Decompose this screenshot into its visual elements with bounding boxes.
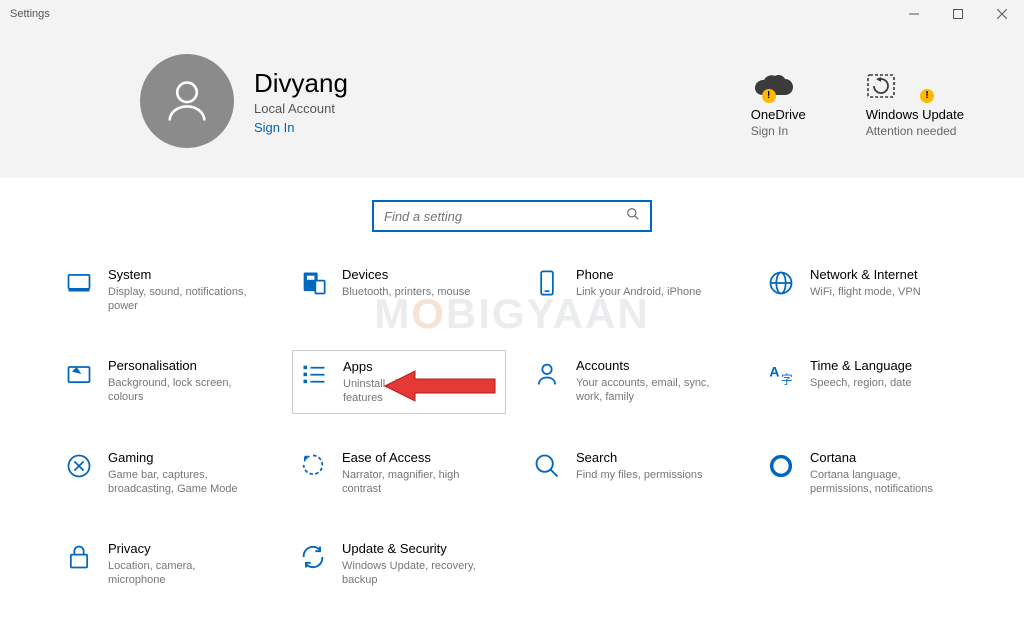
accounts-icon <box>532 358 562 407</box>
onedrive-icon: ! <box>751 65 806 101</box>
category-apps[interactable]: Apps Uninstall, defaults, optional featur… <box>292 350 506 415</box>
network-icon <box>766 267 796 314</box>
category-title: Apps <box>343 359 483 374</box>
settings-categories-grid: System Display, sound, notifications, pow… <box>0 254 1024 595</box>
windows-update-title: Windows Update <box>866 107 964 122</box>
windows-update-subtitle: Attention needed <box>866 124 964 138</box>
category-devices[interactable]: Devices Bluetooth, printers, mouse <box>292 259 506 322</box>
svg-text:字: 字 <box>781 372 793 386</box>
system-icon <box>64 267 94 314</box>
settings-header: Divyang Local Account Sign In ! OneDrive… <box>0 28 1024 178</box>
category-subtitle: Cortana language, permissions, notificat… <box>810 468 950 497</box>
category-title: System <box>108 267 248 282</box>
devices-icon <box>298 267 328 314</box>
category-time[interactable]: A字 Time & Language Speech, region, date <box>760 350 974 415</box>
category-title: Devices <box>342 267 470 282</box>
category-cortana[interactable]: Cortana Cortana language, permissions, no… <box>760 442 974 505</box>
user-name: Divyang <box>254 68 348 99</box>
warning-badge-icon: ! <box>920 89 934 103</box>
search-icon <box>532 450 562 497</box>
phone-icon <box>532 267 562 314</box>
category-subtitle: WiFi, flight mode, VPN <box>810 285 921 299</box>
windows-update-status[interactable]: ! Windows Update Attention needed <box>866 65 964 138</box>
category-personalisation[interactable]: Personalisation Background, lock screen, … <box>58 350 272 415</box>
onedrive-status[interactable]: ! OneDrive Sign In <box>751 65 806 138</box>
category-subtitle: Link your Android, iPhone <box>576 285 701 299</box>
category-accounts[interactable]: Accounts Your accounts, email, sync, work… <box>526 350 740 415</box>
signin-link[interactable]: Sign In <box>254 120 348 135</box>
category-subtitle: Bluetooth, printers, mouse <box>342 285 470 299</box>
category-subtitle: Speech, region, date <box>810 376 912 390</box>
window-controls <box>892 0 1024 28</box>
user-block: Divyang Local Account Sign In <box>140 54 348 148</box>
user-info: Divyang Local Account Sign In <box>254 68 348 135</box>
svg-text:A: A <box>769 363 779 379</box>
category-subtitle: Narrator, magnifier, high contrast <box>342 468 482 497</box>
category-title: Time & Language <box>810 358 912 373</box>
category-title: Personalisation <box>108 358 248 373</box>
category-gaming[interactable]: Gaming Game bar, captures, broadcasting, … <box>58 442 272 505</box>
category-subtitle: Windows Update, recovery, backup <box>342 559 482 588</box>
update-icon <box>298 541 328 588</box>
category-phone[interactable]: Phone Link your Android, iPhone <box>526 259 740 322</box>
category-title: Update & Security <box>342 541 482 556</box>
ease-icon <box>298 450 328 497</box>
category-subtitle: Your accounts, email, sync, work, family <box>576 376 716 405</box>
category-subtitle: Display, sound, notifications, power <box>108 285 248 314</box>
maximize-button[interactable] <box>936 0 980 28</box>
close-button[interactable] <box>980 0 1024 28</box>
avatar <box>140 54 234 148</box>
privacy-icon <box>64 541 94 588</box>
search-icon <box>626 207 640 226</box>
search-container <box>0 178 1024 254</box>
category-search[interactable]: Search Find my files, permissions <box>526 442 740 505</box>
minimize-button[interactable] <box>892 0 936 28</box>
category-network[interactable]: Network & Internet WiFi, flight mode, VPN <box>760 259 974 322</box>
category-ease[interactable]: Ease of Access Narrator, magnifier, high … <box>292 442 506 505</box>
search-box[interactable] <box>372 200 652 232</box>
category-subtitle: Game bar, captures, broadcasting, Game M… <box>108 468 248 497</box>
onedrive-subtitle: Sign In <box>751 124 806 138</box>
cortana-icon <box>766 450 796 497</box>
category-privacy[interactable]: Privacy Location, camera, microphone <box>58 533 272 596</box>
search-input[interactable] <box>384 209 626 224</box>
window-title: Settings <box>10 8 50 20</box>
time-icon: A字 <box>766 358 796 407</box>
gaming-icon <box>64 450 94 497</box>
category-subtitle: Find my files, permissions <box>576 468 703 482</box>
category-title: Search <box>576 450 703 465</box>
warning-badge-icon: ! <box>762 89 776 103</box>
onedrive-title: OneDrive <box>751 107 806 122</box>
category-title: Gaming <box>108 450 248 465</box>
user-account-type: Local Account <box>254 101 348 116</box>
category-title: Network & Internet <box>810 267 921 282</box>
personalisation-icon <box>64 358 94 407</box>
category-title: Privacy <box>108 541 248 556</box>
category-update[interactable]: Update & Security Windows Update, recover… <box>292 533 506 596</box>
category-subtitle: Background, lock screen, colours <box>108 376 248 405</box>
category-title: Phone <box>576 267 701 282</box>
category-title: Cortana <box>810 450 950 465</box>
category-subtitle: Uninstall, defaults, optional features <box>343 377 483 406</box>
status-section: ! OneDrive Sign In ! Windows Update Atte… <box>751 65 964 138</box>
category-title: Accounts <box>576 358 716 373</box>
apps-icon <box>299 359 329 406</box>
category-system[interactable]: System Display, sound, notifications, pow… <box>58 259 272 322</box>
category-subtitle: Location, camera, microphone <box>108 559 248 588</box>
category-title: Ease of Access <box>342 450 482 465</box>
window-titlebar: Settings <box>0 0 1024 28</box>
windows-update-icon: ! <box>866 65 964 101</box>
